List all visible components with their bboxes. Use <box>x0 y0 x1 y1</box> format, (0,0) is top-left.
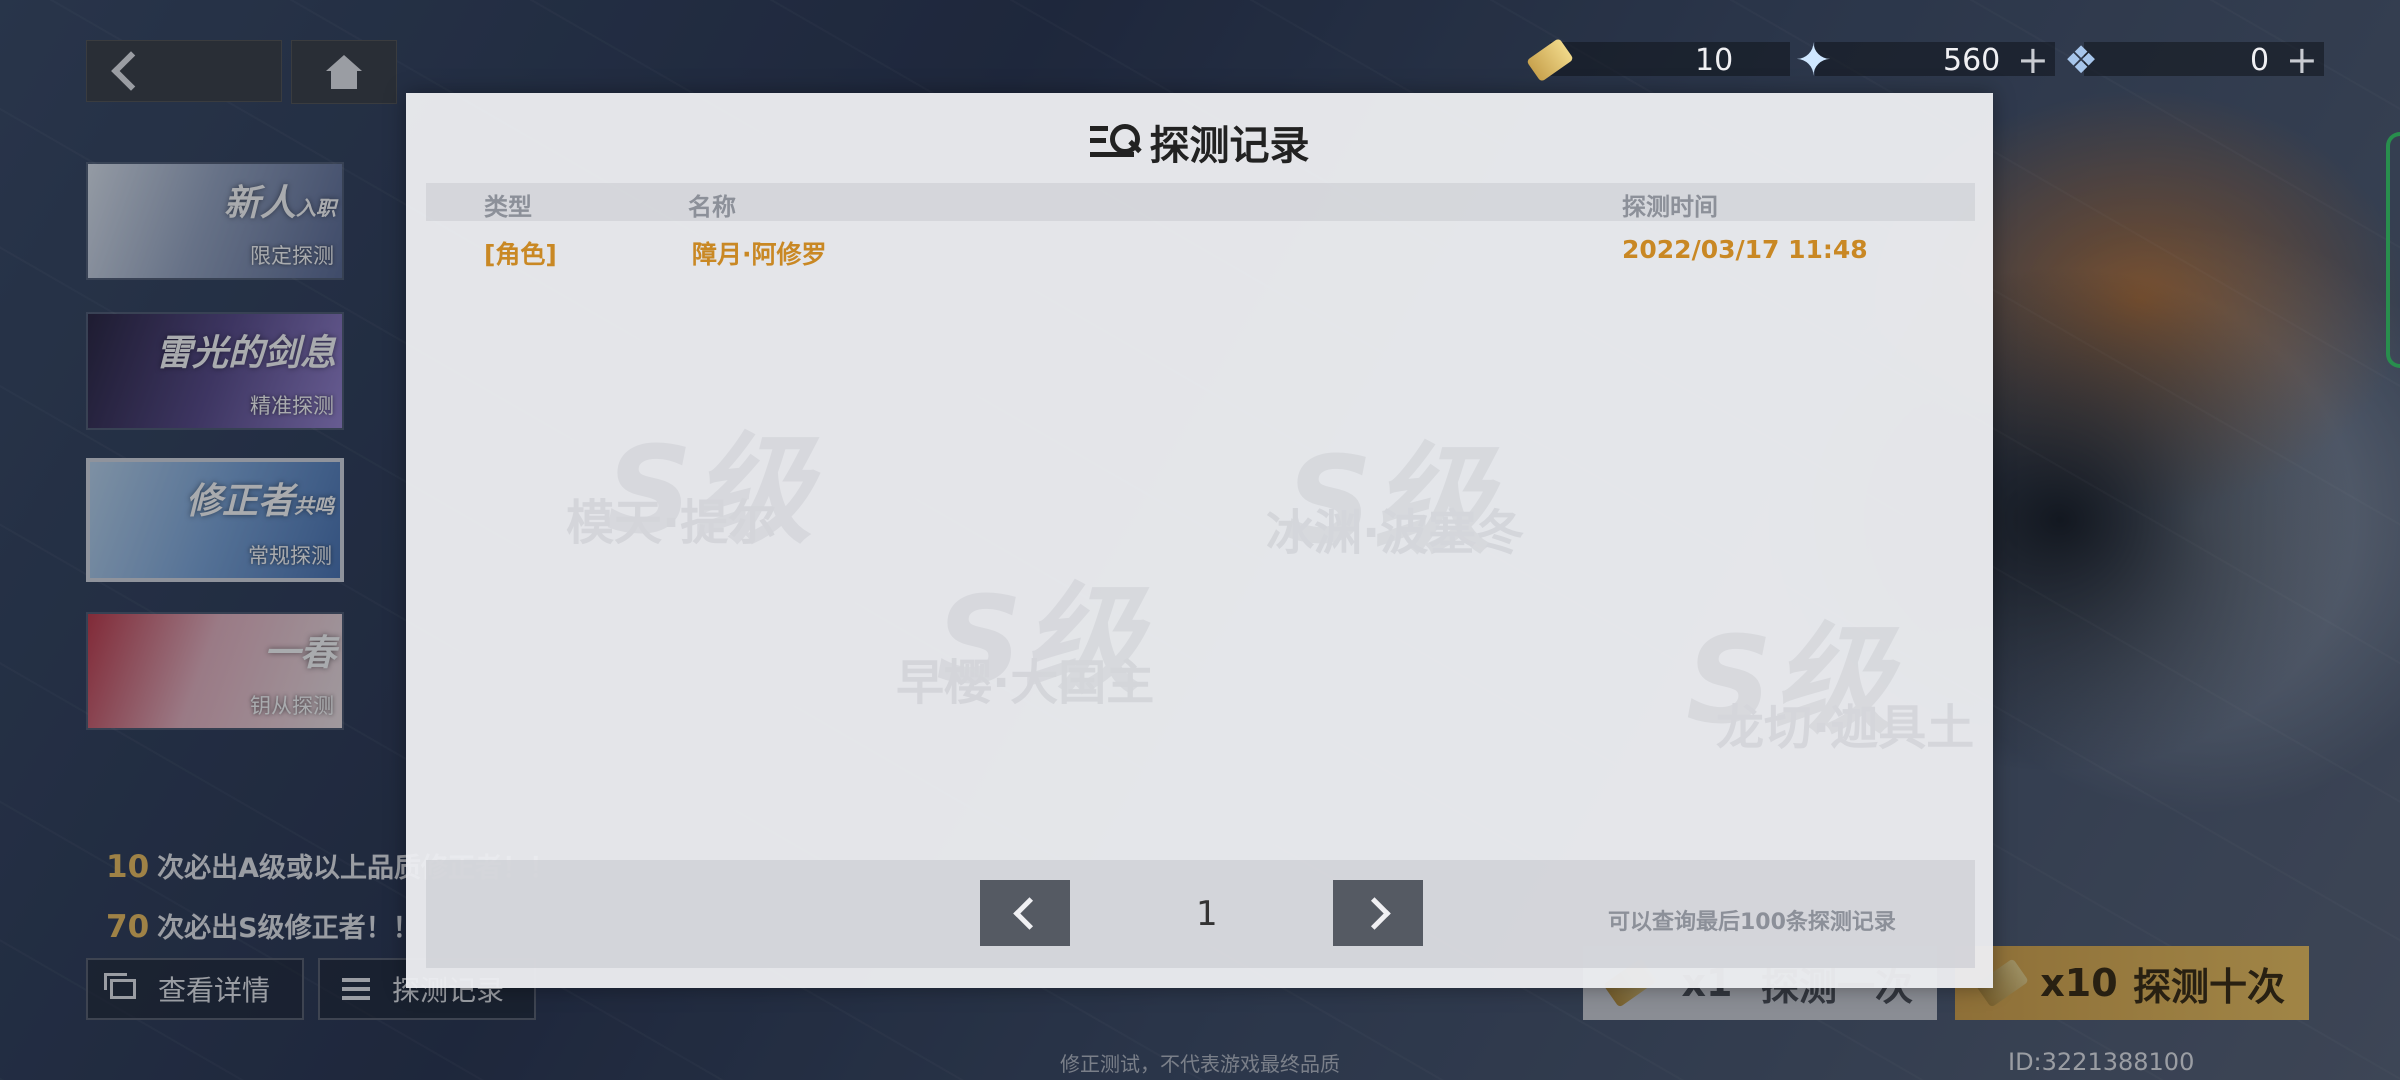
next-page-button[interactable] <box>1333 880 1423 946</box>
dialog-title: 探测记录 <box>406 113 1993 171</box>
currency-value: 10 <box>1695 42 1734 78</box>
star-crystal-icon: ✦ <box>1795 34 1832 86</box>
chevron-left-icon <box>1012 896 1046 930</box>
add-currency-button[interactable]: + <box>2286 38 2318 82</box>
page-number: 1 <box>1196 894 1218 934</box>
character-watermark: S级 模天·提尔 S级 冰渊·波塞冬 S级 早樱·大国主 S级 龙切·迦具土 <box>406 93 1993 988</box>
pagination-bar: 1 可以查询最后100条探测记录 <box>426 860 1975 968</box>
currency-value: 560 <box>1943 42 2001 78</box>
column-type: 类型 <box>484 193 532 221</box>
add-currency-button[interactable]: + <box>2017 38 2049 82</box>
table-header: 类型 名称 探测时间 <box>426 183 1975 221</box>
cell-type: [角色] <box>484 240 557 269</box>
prev-page-button[interactable] <box>980 880 1070 946</box>
cell-time: 2022/03/17 11:48 <box>1622 235 1868 264</box>
record-limit-note: 可以查询最后100条探测记录 <box>1608 910 1896 935</box>
cell-name: 障月·阿修罗 <box>692 240 827 269</box>
search-list-icon <box>1089 122 1142 162</box>
dialog-title-text: 探测记录 <box>1149 123 1310 169</box>
watermark-name: 模天·提尔 <box>566 495 777 551</box>
watermark-name: 冰渊·波塞冬 <box>1266 505 1525 561</box>
currency-value: 0 <box>2250 42 2270 78</box>
column-name: 名称 <box>688 193 736 221</box>
watermark-name: 龙切·迦具土 <box>1716 700 1975 756</box>
column-time: 探测时间 <box>1622 193 1718 221</box>
table-row: [角色] 障月·阿修罗 2022/03/17 11:48 <box>426 235 1975 275</box>
chevron-right-icon <box>1357 896 1391 930</box>
watermark-name: 早樱·大国主 <box>896 655 1155 711</box>
crystal-icon: ❖ <box>2064 38 2099 82</box>
detection-record-dialog: S级 模天·提尔 S级 冰渊·波塞冬 S级 早樱·大国主 S级 龙切·迦具土 探… <box>406 93 1993 988</box>
